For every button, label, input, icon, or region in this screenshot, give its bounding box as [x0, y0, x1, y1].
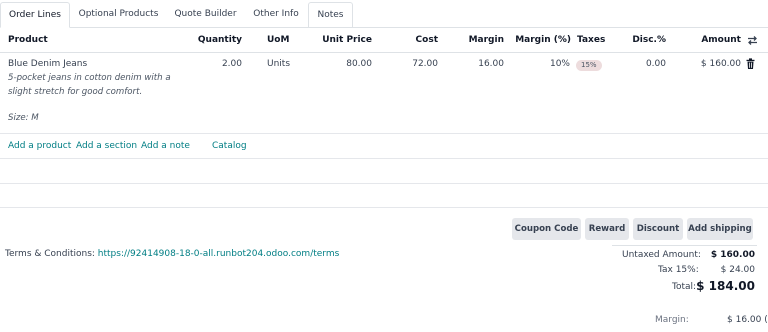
line-margin[interactable]: 16.00	[460, 58, 504, 71]
margin-summary-value: $ 16.00 (10%)	[727, 315, 768, 325]
add-section-link[interactable]: Add a section	[76, 134, 137, 158]
discount-button[interactable]: Discount	[633, 218, 683, 240]
terms-label: Terms & Conditions:	[5, 249, 98, 259]
tab-order-lines[interactable]: Order Lines	[0, 2, 70, 28]
line-discount[interactable]: 0.00	[630, 58, 666, 71]
tax-badge[interactable]: 15%	[576, 60, 602, 71]
col-margin[interactable]: Margin	[460, 28, 504, 53]
col-disc[interactable]: Disc.%	[630, 28, 666, 53]
col-unit-price[interactable]: Unit Price	[310, 28, 372, 53]
col-amount[interactable]: Amount	[695, 28, 741, 53]
coupon-code-button[interactable]: Coupon Code	[512, 218, 581, 240]
trash-icon[interactable]	[746, 58, 755, 70]
line-product[interactable]: Blue Denim Jeans	[8, 58, 87, 71]
untaxed-amount-value: $ 160.00	[710, 250, 755, 260]
add-line-row: Add a product Add a section Add a note C…	[0, 134, 768, 159]
line-quantity[interactable]: 2.00	[200, 58, 242, 71]
col-margin-pct[interactable]: Margin (%)	[515, 28, 571, 53]
tab-notes[interactable]: Notes	[308, 2, 353, 28]
totals-summary: Untaxed Amount: $ 160.00 Tax 15%: $ 24.0…	[612, 245, 757, 293]
tab-other-info[interactable]: Other Info	[244, 2, 308, 28]
tax-label: Tax 15%:	[658, 265, 699, 275]
tax-value: $ 24.00	[720, 265, 755, 275]
total-value: $ 184.00	[696, 279, 755, 293]
total-label: Total:	[672, 282, 697, 292]
col-taxes[interactable]: Taxes	[577, 28, 605, 53]
line-description: 5-pocket jeans in cotton denim with a sl…	[8, 71, 171, 99]
notebook-tabs: Order Lines Optional Products Quote Buil…	[0, 0, 768, 28]
empty-row	[0, 159, 768, 184]
margin-summary-label: Margin:	[655, 315, 689, 325]
add-shipping-button[interactable]: Add shipping	[687, 218, 753, 240]
line-uom[interactable]: Units	[267, 58, 290, 71]
catalog-link[interactable]: Catalog	[212, 134, 247, 158]
line-cost[interactable]: 72.00	[400, 58, 438, 71]
line-amount: $ 160.00	[700, 59, 741, 69]
terms-conditions: Terms & Conditions: https://92414908-18-…	[5, 248, 339, 260]
line-margin-pct[interactable]: 10%	[530, 58, 570, 71]
untaxed-amount-label: Untaxed Amount:	[622, 250, 701, 260]
reward-button[interactable]: Reward	[585, 218, 629, 240]
tab-optional-products[interactable]: Optional Products	[70, 2, 167, 28]
col-uom[interactable]: UoM	[267, 28, 289, 53]
col-quantity[interactable]: Quantity	[190, 28, 242, 53]
empty-row	[0, 184, 768, 208]
line-description-1: 5-pocket jeans in cotton denim with a	[8, 73, 171, 83]
col-cost[interactable]: Cost	[400, 28, 438, 53]
line-unit-price[interactable]: 80.00	[320, 58, 372, 71]
add-note-link[interactable]: Add a note	[141, 134, 190, 158]
table-row[interactable]: Blue Denim Jeans 5-pocket jeans in cotto…	[0, 53, 768, 134]
add-product-link[interactable]: Add a product	[8, 134, 71, 158]
col-product[interactable]: Product	[8, 28, 48, 53]
optional-columns-icon[interactable]	[747, 35, 758, 46]
line-description-2: slight stretch for good comfort.	[8, 87, 143, 97]
tab-quote-builder[interactable]: Quote Builder	[167, 2, 244, 28]
order-lines-header: Product Quantity UoM Unit Price Cost Mar…	[0, 28, 768, 53]
terms-link[interactable]: https://92414908-18-0-all.runbot204.odoo…	[98, 249, 340, 259]
line-attribute-size: Size: M	[8, 113, 39, 123]
